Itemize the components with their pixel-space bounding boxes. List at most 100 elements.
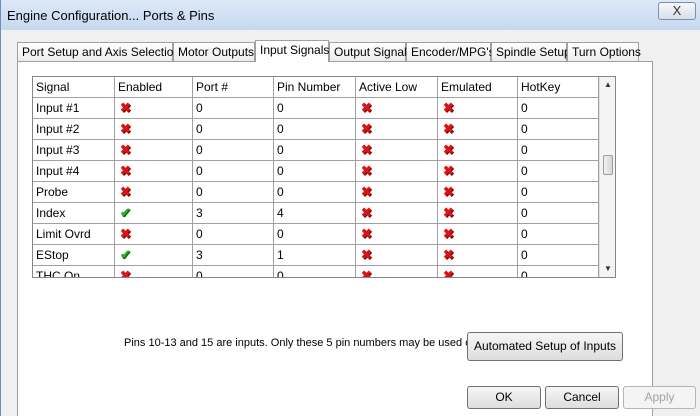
- x-icon[interactable]: ✖: [443, 120, 454, 138]
- x-icon[interactable]: ✖: [120, 225, 131, 243]
- enabled-cell[interactable]: ✖: [115, 98, 193, 119]
- port-cell[interactable]: 3: [193, 203, 274, 224]
- emulated-cell[interactable]: ✖: [438, 161, 518, 182]
- title-bar[interactable]: Engine Configuration... Ports & Pins X: [1, 0, 700, 30]
- pin-number-cell[interactable]: 4: [274, 203, 356, 224]
- signal-cell[interactable]: EStop: [33, 245, 115, 266]
- port-cell[interactable]: 0: [193, 98, 274, 119]
- enabled-cell[interactable]: ✖: [115, 161, 193, 182]
- enabled-cell[interactable]: ✖: [115, 182, 193, 203]
- x-icon[interactable]: ✖: [120, 120, 131, 138]
- signal-cell[interactable]: Index: [33, 203, 115, 224]
- pin-number-cell[interactable]: 0: [274, 224, 356, 245]
- tab-port-setup[interactable]: Port Setup and Axis Selection: [17, 42, 180, 61]
- emulated-cell[interactable]: ✖: [438, 119, 518, 140]
- tab-spindle-setup[interactable]: Spindle Setup: [491, 42, 571, 61]
- active-low-cell[interactable]: ✖: [356, 161, 438, 182]
- x-icon[interactable]: ✖: [361, 141, 372, 159]
- x-icon[interactable]: ✖: [443, 162, 454, 180]
- col-header-active-low[interactable]: Active Low: [356, 77, 438, 98]
- port-cell[interactable]: 0: [193, 161, 274, 182]
- tab-input-signals[interactable]: Input Signals: [255, 40, 329, 62]
- emulated-cell[interactable]: ✖: [438, 98, 518, 119]
- enabled-cell[interactable]: ✔: [115, 203, 193, 224]
- close-button[interactable]: X: [658, 2, 696, 20]
- x-icon[interactable]: ✖: [120, 183, 131, 201]
- active-low-cell[interactable]: ✖: [356, 266, 438, 277]
- signal-cell[interactable]: Limit Ovrd: [33, 224, 115, 245]
- check-icon[interactable]: ✔: [120, 246, 131, 264]
- hotkey-cell[interactable]: 0: [518, 98, 599, 119]
- emulated-cell[interactable]: ✖: [438, 245, 518, 266]
- emulated-cell[interactable]: ✖: [438, 224, 518, 245]
- enabled-cell[interactable]: ✖: [115, 119, 193, 140]
- port-cell[interactable]: 0: [193, 119, 274, 140]
- hotkey-cell[interactable]: 0: [518, 182, 599, 203]
- enabled-cell[interactable]: ✔: [115, 245, 193, 266]
- emulated-cell[interactable]: ✖: [438, 140, 518, 161]
- active-low-cell[interactable]: ✖: [356, 98, 438, 119]
- x-icon[interactable]: ✖: [361, 183, 372, 201]
- x-icon[interactable]: ✖: [361, 267, 372, 277]
- hotkey-cell[interactable]: 0: [518, 224, 599, 245]
- port-cell[interactable]: 0: [193, 140, 274, 161]
- signal-cell[interactable]: Input #4: [33, 161, 115, 182]
- signal-cell[interactable]: THC On: [33, 266, 115, 277]
- col-header-enabled[interactable]: Enabled: [115, 77, 193, 98]
- tab-encoder-mpg[interactable]: Encoder/MPG's: [406, 42, 495, 61]
- x-icon[interactable]: ✖: [361, 246, 372, 264]
- signal-cell[interactable]: Probe: [33, 182, 115, 203]
- x-icon[interactable]: ✖: [361, 162, 372, 180]
- active-low-cell[interactable]: ✖: [356, 203, 438, 224]
- emulated-cell[interactable]: ✖: [438, 266, 518, 277]
- scroll-thumb[interactable]: [603, 155, 613, 175]
- apply-button[interactable]: Apply: [623, 386, 696, 409]
- input-signals-grid[interactable]: Signal Enabled Port # Pin Number Active …: [32, 76, 616, 278]
- port-cell[interactable]: 0: [193, 224, 274, 245]
- pin-number-cell[interactable]: 0: [274, 266, 356, 277]
- tab-turn-options[interactable]: Turn Options: [567, 42, 641, 61]
- col-header-hotkey[interactable]: HotKey: [518, 77, 599, 98]
- signal-cell[interactable]: Input #3: [33, 140, 115, 161]
- hotkey-cell[interactable]: 0: [518, 245, 599, 266]
- active-low-cell[interactable]: ✖: [356, 119, 438, 140]
- x-icon[interactable]: ✖: [443, 267, 454, 277]
- pin-number-cell[interactable]: 0: [274, 182, 356, 203]
- pin-number-cell[interactable]: 0: [274, 119, 356, 140]
- scroll-up-icon[interactable]: ▲: [600, 77, 615, 93]
- enabled-cell[interactable]: ✖: [115, 224, 193, 245]
- hotkey-cell[interactable]: 0: [518, 140, 599, 161]
- x-icon[interactable]: ✖: [361, 225, 372, 243]
- pin-number-cell[interactable]: 0: [274, 140, 356, 161]
- active-low-cell[interactable]: ✖: [356, 140, 438, 161]
- hotkey-cell[interactable]: 0: [518, 161, 599, 182]
- active-low-cell[interactable]: ✖: [356, 224, 438, 245]
- x-icon[interactable]: ✖: [120, 141, 131, 159]
- port-cell[interactable]: 3: [193, 245, 274, 266]
- x-icon[interactable]: ✖: [120, 267, 131, 277]
- port-cell[interactable]: 0: [193, 182, 274, 203]
- tab-motor-outputs[interactable]: Motor Outputs: [173, 42, 255, 61]
- active-low-cell[interactable]: ✖: [356, 245, 438, 266]
- hotkey-cell[interactable]: 0: [518, 203, 599, 224]
- hotkey-cell[interactable]: 0: [518, 266, 599, 277]
- automated-setup-button[interactable]: Automated Setup of Inputs: [467, 332, 623, 361]
- emulated-cell[interactable]: ✖: [438, 182, 518, 203]
- x-icon[interactable]: ✖: [443, 141, 454, 159]
- hotkey-cell[interactable]: 0: [518, 119, 599, 140]
- x-icon[interactable]: ✖: [443, 225, 454, 243]
- x-icon[interactable]: ✖: [361, 99, 372, 117]
- col-header-signal[interactable]: Signal: [33, 77, 115, 98]
- emulated-cell[interactable]: ✖: [438, 203, 518, 224]
- x-icon[interactable]: ✖: [443, 204, 454, 222]
- x-icon[interactable]: ✖: [120, 162, 131, 180]
- x-icon[interactable]: ✖: [443, 99, 454, 117]
- x-icon[interactable]: ✖: [361, 120, 372, 138]
- cancel-button[interactable]: Cancel: [545, 386, 619, 409]
- x-icon[interactable]: ✖: [443, 183, 454, 201]
- scroll-down-icon[interactable]: ▼: [600, 261, 615, 277]
- enabled-cell[interactable]: ✖: [115, 266, 193, 277]
- col-header-pin-number[interactable]: Pin Number: [274, 77, 356, 98]
- x-icon[interactable]: ✖: [120, 99, 131, 117]
- tab-output-signals[interactable]: Output Signals: [329, 42, 413, 61]
